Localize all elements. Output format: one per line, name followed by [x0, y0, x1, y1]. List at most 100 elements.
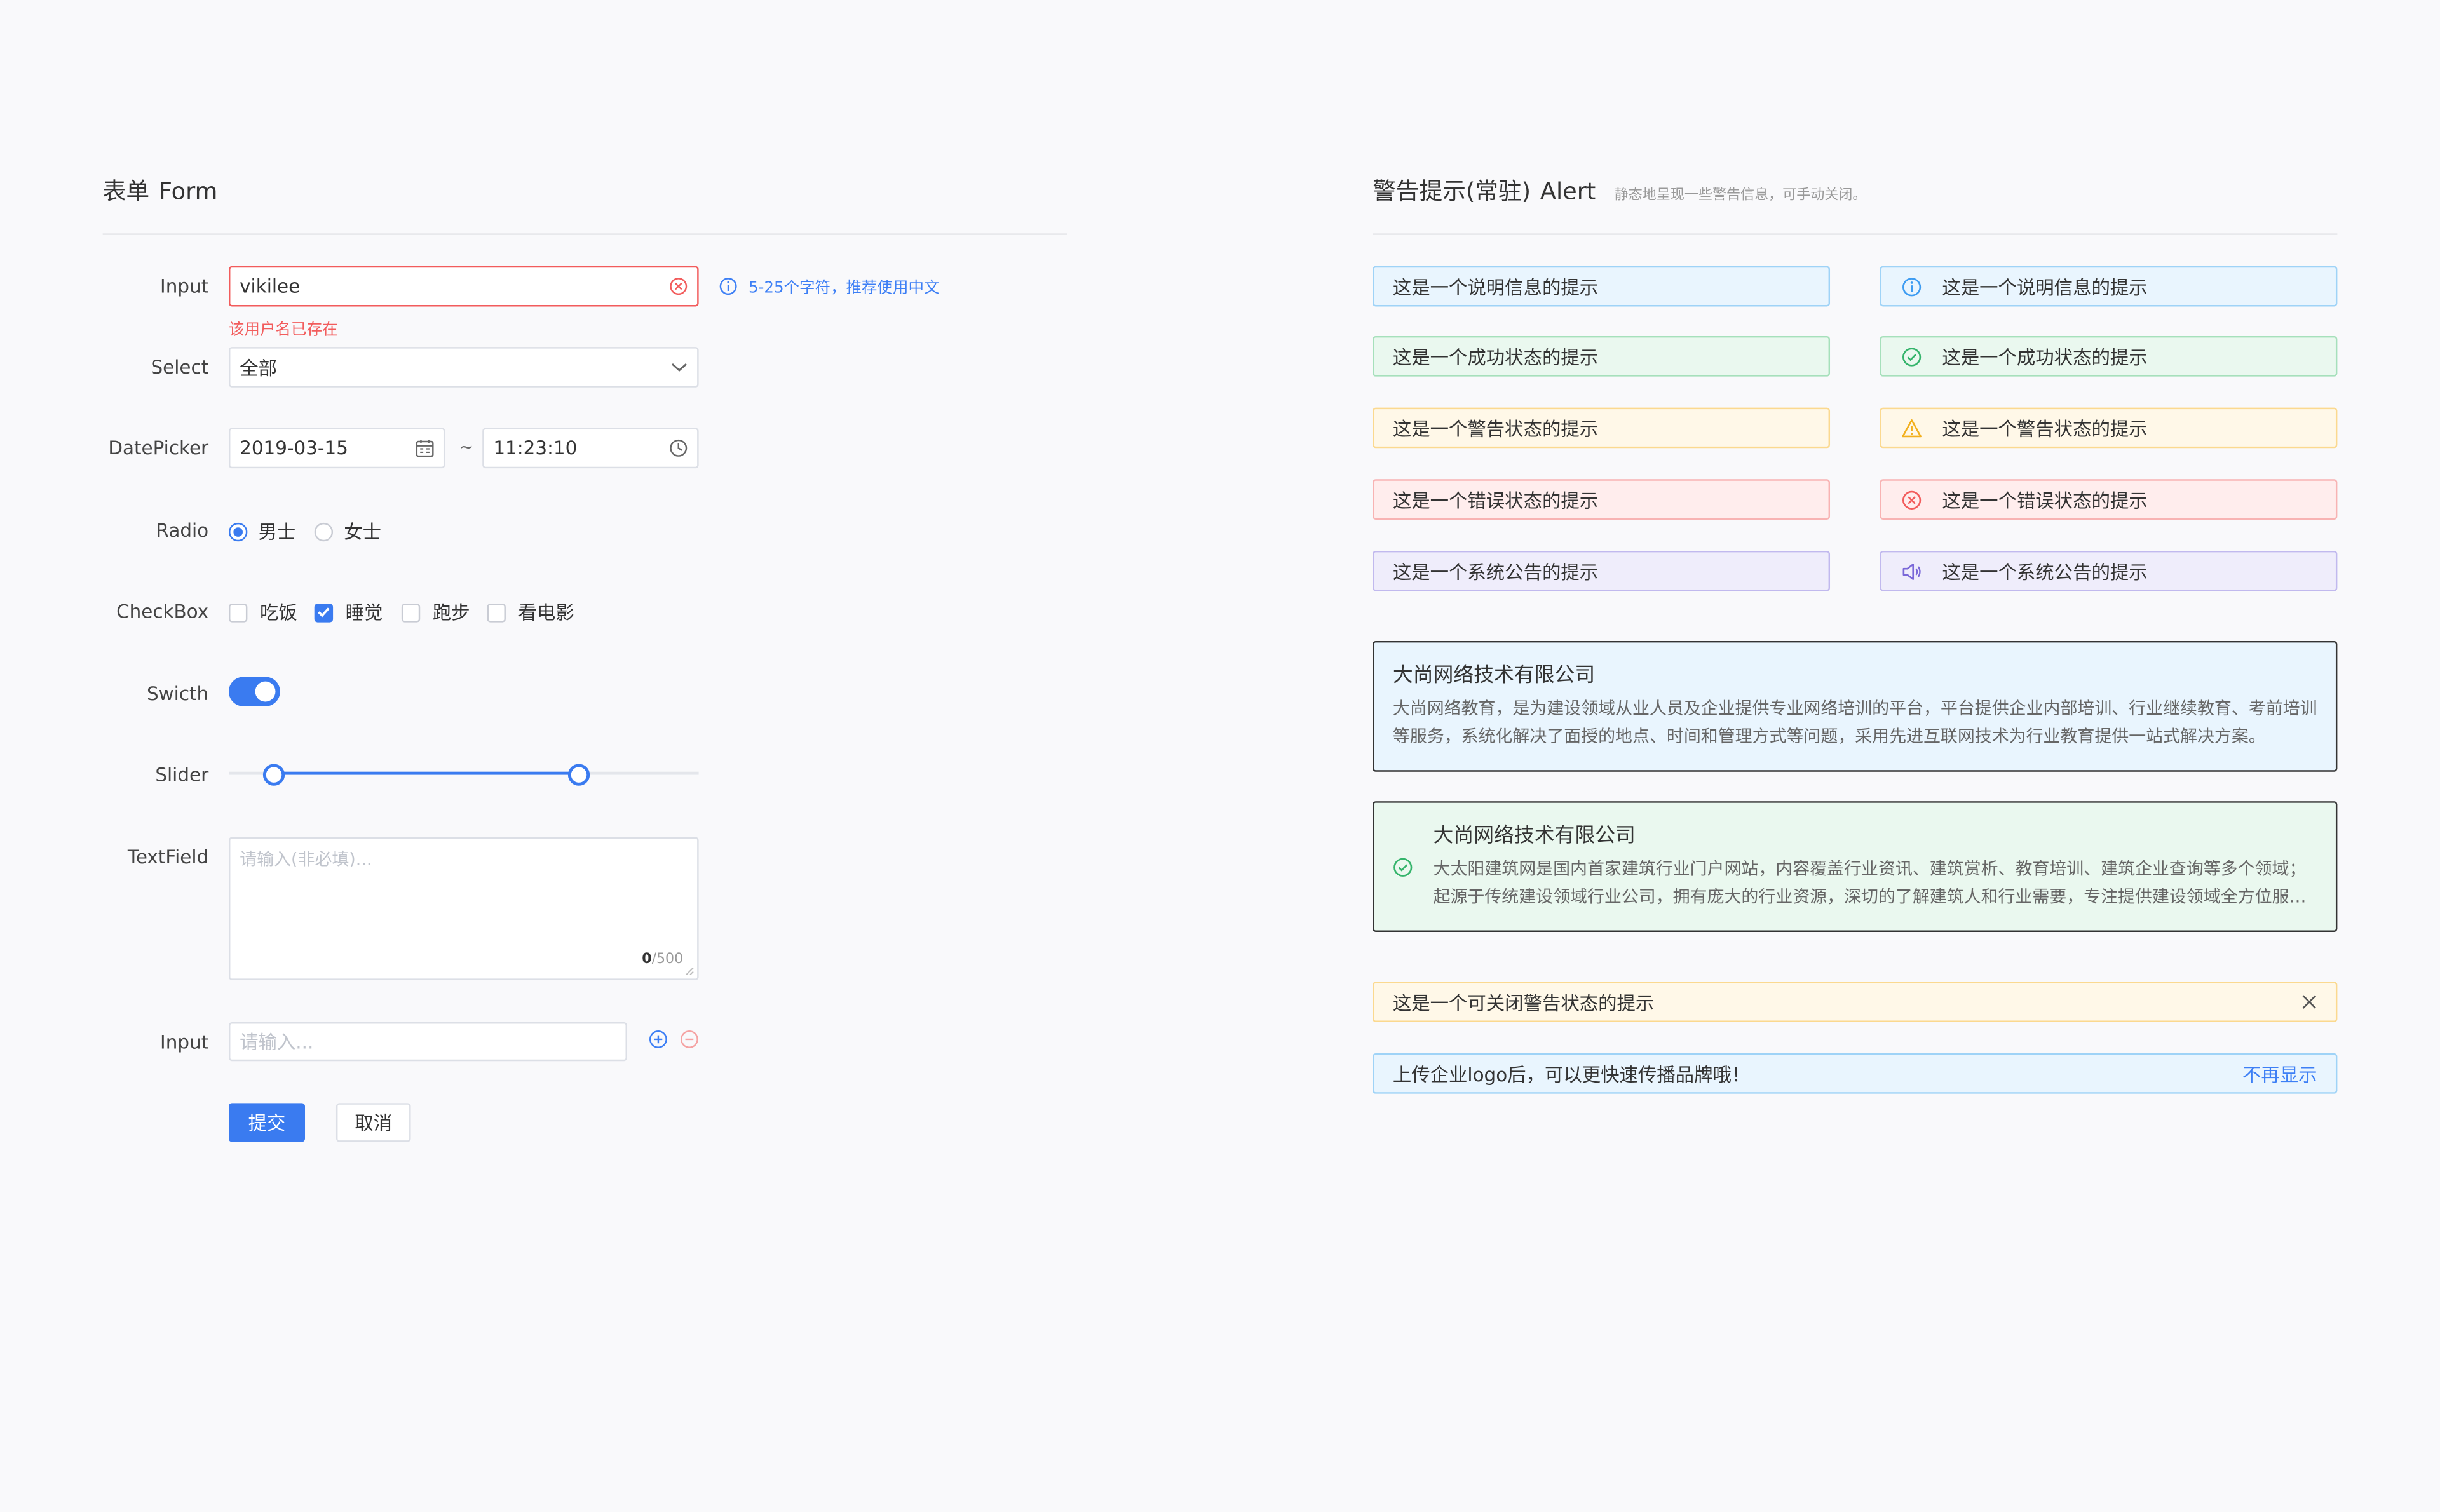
toggle-switch[interactable]	[229, 677, 280, 706]
alert-text: 这是一个警告状态的提示	[1942, 417, 2148, 440]
alert-success: 这是一个成功状态的提示	[1372, 335, 1831, 377]
alert-text: 这是一个系统公告的提示	[1942, 560, 2148, 583]
close-icon[interactable]	[2301, 994, 2317, 1009]
alert-error-with-icon: 这是一个错误状态的提示	[1880, 479, 2338, 520]
check-circle-icon	[1393, 857, 1413, 877]
select-dropdown[interactable]: 全部	[229, 347, 699, 388]
alert-text: 这是一个成功状态的提示	[1942, 346, 2148, 368]
alert-warning-closable: 这是一个可关闭警告状态的提示	[1372, 982, 2338, 1022]
info-circle-icon	[1900, 275, 1922, 297]
textarea-placeholder: 请输入(非必填)...	[240, 849, 372, 870]
dynamic-input-placeholder: 请输入...	[240, 1031, 314, 1053]
radio-option-label: 男士	[258, 521, 296, 543]
input-error-message: 该用户名已存在	[229, 321, 338, 339]
page: 表单 Form Input vikilee 5-25个字符，推荐使用中文 该用户名…	[0, 0, 2440, 1512]
alert-warning: 这是一个警告状态的提示	[1372, 407, 1831, 449]
checkmark-icon	[318, 607, 330, 618]
alert-text: 这是一个警告状态的提示	[1392, 417, 1599, 440]
submit-button[interactable]: 提交	[229, 1103, 306, 1142]
checkbox-option-label: 睡觉	[345, 602, 383, 624]
input2-label: Input	[160, 1031, 209, 1053]
textfield-label: TextField	[127, 846, 209, 868]
alert-info: 这是一个说明信息的提示	[1372, 266, 1831, 307]
checkbox-option-label: 吃饭	[259, 602, 297, 624]
time-input[interactable]: 11:23:10	[482, 428, 699, 469]
dynamic-input[interactable]: 请输入...	[229, 1022, 627, 1062]
radio-button[interactable]	[314, 522, 334, 541]
form-divider	[102, 233, 1068, 235]
alert-description: 大太阳建筑网是国内首家建筑行业门户网站，内容覆盖行业资讯、建筑赏析、教育培训、建…	[1433, 858, 2307, 907]
date-input[interactable]: 2019-03-15	[229, 428, 445, 469]
form-section-title: 表单 Form	[103, 176, 218, 207]
input-hint: 5-25个字符，推荐使用中文	[719, 274, 939, 297]
alert-text: 上传企业logo后，可以更快速传播品牌哦！	[1392, 1063, 1751, 1086]
checkbox[interactable]	[487, 602, 506, 622]
checkbox-label: CheckBox	[116, 600, 209, 623]
checkbox-option-label: 跑步	[432, 602, 470, 624]
alert-text: 这是一个说明信息的提示	[1942, 276, 2148, 298]
alert-text: 这是一个说明信息的提示	[1392, 276, 1599, 298]
checkbox-checked[interactable]	[314, 602, 334, 622]
alert-subtitle: 静态地呈现一些警告信息，可手动关闭。	[1614, 188, 1867, 204]
slider-handle-end[interactable]	[567, 764, 590, 786]
checkbox-option-eat[interactable]: 吃饭	[229, 599, 297, 626]
checkbox[interactable]	[401, 602, 421, 622]
checkbox-option-label: 看电影	[518, 602, 574, 624]
chevron-down-icon	[671, 361, 688, 374]
alert-text: 这是一个可关闭警告状态的提示	[1392, 992, 1655, 1014]
check-circle-icon	[1900, 346, 1922, 367]
textarea[interactable]: 请输入(非必填)... 0/500	[229, 837, 699, 980]
alert-success-detailed: 大尚网络技术有限公司 大太阳建筑网是国内首家建筑行业门户网站，内容覆盖行业资讯、…	[1372, 801, 2338, 932]
alert-text: 这是一个错误状态的提示	[1392, 489, 1599, 511]
checkbox-option-run[interactable]: 跑步	[401, 599, 470, 626]
date-value: 2019-03-15	[240, 437, 348, 459]
cancel-button[interactable]: 取消	[336, 1103, 411, 1142]
clock-icon[interactable]	[669, 439, 688, 457]
resize-handle-icon[interactable]	[685, 966, 695, 976]
alert-heading: 大尚网络技术有限公司	[1392, 664, 1596, 688]
alert-notice-with-icon: 这是一个系统公告的提示	[1880, 550, 2338, 591]
speaker-icon	[1900, 560, 1922, 582]
toggle-knob	[255, 681, 276, 702]
info-circle-icon	[719, 276, 737, 295]
char-max: /500	[651, 952, 684, 968]
date-range-separator: ~	[459, 437, 474, 458]
warning-triangle-icon	[1900, 417, 1922, 438]
radio-button-checked[interactable]	[229, 522, 248, 541]
alert-title-en: Alert	[1540, 177, 1596, 206]
clear-circle-icon[interactable]	[669, 277, 688, 295]
alert-info-detailed: 大尚网络技术有限公司 大尚网络教育，是为建设领域从业人员及企业提供专业网络培训的…	[1372, 640, 2338, 772]
username-input-value: vikilee	[240, 275, 301, 297]
calendar-icon[interactable]	[416, 439, 434, 457]
radio-option-male[interactable]: 男士	[229, 518, 295, 545]
checkbox-option-sleep[interactable]: 睡觉	[314, 599, 383, 626]
alert-text: 这是一个错误状态的提示	[1942, 489, 2148, 511]
checkbox[interactable]	[229, 602, 248, 622]
alert-banner: 上传企业logo后，可以更快速传播品牌哦！ 不再显示	[1372, 1053, 2338, 1094]
form-title-en: Form	[158, 177, 218, 206]
input-label: Input	[160, 275, 209, 297]
slider-track	[274, 771, 578, 775]
alert-divider	[1372, 233, 2338, 235]
radio-label: Radio	[156, 519, 209, 542]
checkbox-option-movie[interactable]: 看电影	[487, 599, 574, 626]
alert-section-title: 警告提示(常驻) Alert 静态地呈现一些警告信息，可手动关闭。	[1372, 176, 1866, 212]
alert-text: 这是一个系统公告的提示	[1392, 560, 1599, 583]
form-title: 表单	[102, 177, 150, 206]
add-circle-icon[interactable]	[649, 1030, 667, 1048]
alert-description: 大尚网络教育，是为建设领域从业人员及企业提供专业网络培训的平台，平台提供企业内部…	[1392, 698, 2317, 747]
char-counter: 0/500	[642, 952, 683, 968]
close-circle-icon	[1900, 489, 1922, 510]
slider-handle-start[interactable]	[262, 764, 285, 786]
char-count: 0	[642, 952, 652, 968]
alert-success-with-icon: 这是一个成功状态的提示	[1880, 335, 2338, 377]
time-value: 11:23:10	[493, 437, 578, 459]
username-input[interactable]: vikilee	[229, 266, 699, 307]
dismiss-link[interactable]: 不再显示	[2242, 1060, 2317, 1087]
remove-circle-icon[interactable]	[680, 1030, 698, 1048]
alert-title: 警告提示(常驻)	[1372, 177, 1531, 206]
alert-text: 这是一个成功状态的提示	[1392, 346, 1599, 368]
radio-option-female[interactable]: 女士	[314, 518, 381, 545]
switch-label: Swicth	[146, 683, 209, 705]
select-value: 全部	[240, 357, 277, 379]
